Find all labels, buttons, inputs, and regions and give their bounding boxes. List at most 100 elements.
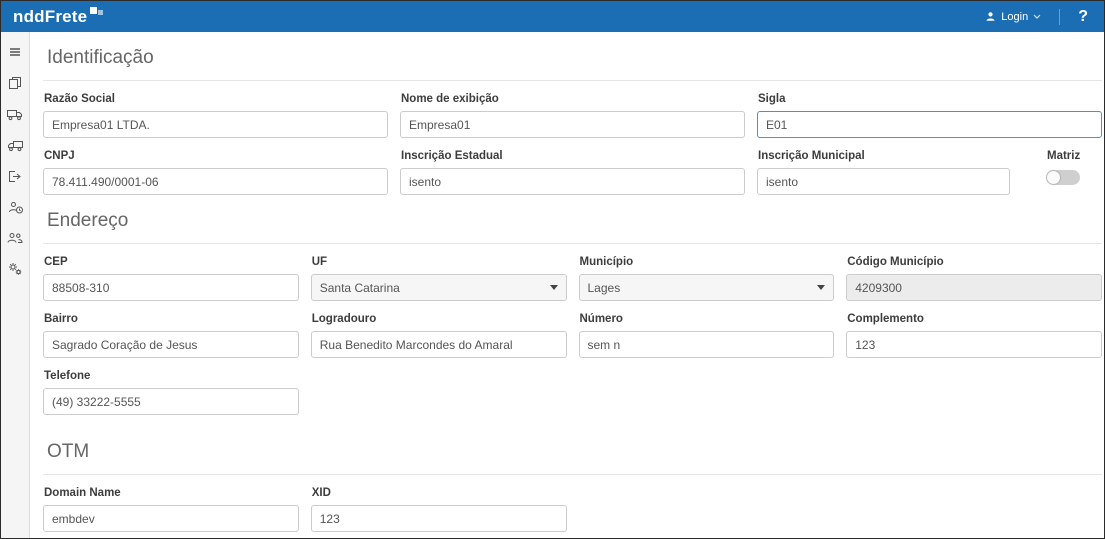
section-title-identificacao: Identificação bbox=[47, 47, 1102, 69]
field-cep: CEP bbox=[43, 256, 299, 301]
endereco-row-1: CEP UF Santa Catarina Município Lages Có… bbox=[43, 256, 1102, 301]
sign-out-icon bbox=[8, 170, 22, 183]
sigla-label: Sigla bbox=[758, 93, 1102, 105]
topbar: nddFrete Login ? bbox=[1, 1, 1104, 32]
uf-select[interactable]: Santa Catarina bbox=[311, 274, 567, 301]
bairro-label: Bairro bbox=[44, 313, 299, 325]
xid-input[interactable] bbox=[311, 505, 567, 532]
section-divider bbox=[43, 80, 1102, 81]
login-button[interactable]: Login bbox=[979, 7, 1047, 27]
login-label: Login bbox=[1001, 11, 1028, 23]
numero-label: Número bbox=[580, 313, 835, 325]
razao-social-label: Razão Social bbox=[44, 93, 388, 105]
telefone-input[interactable] bbox=[43, 388, 299, 415]
app-window: nddFrete Login ? bbox=[0, 0, 1105, 539]
field-cnpj: CNPJ bbox=[43, 150, 388, 195]
copy-icon bbox=[8, 76, 22, 90]
municipio-label: Município bbox=[580, 256, 835, 268]
toggle-knob bbox=[1047, 171, 1060, 184]
brand-mark-icon bbox=[90, 6, 104, 20]
field-inscricao-estadual: Inscrição Estadual bbox=[400, 150, 745, 195]
sidebar-item-signout[interactable] bbox=[4, 166, 26, 186]
cep-label: CEP bbox=[44, 256, 299, 268]
identificacao-row-1: Razão Social Nome de exibição Sigla bbox=[43, 93, 1102, 138]
field-xid: XID bbox=[311, 487, 567, 532]
sidebar-item-users[interactable] bbox=[4, 228, 26, 248]
field-inscricao-municipal: Inscrição Municipal bbox=[757, 150, 1010, 195]
inscricao-municipal-input[interactable] bbox=[757, 168, 1010, 195]
sidebar-item-documents[interactable] bbox=[4, 73, 26, 93]
chevron-down-icon bbox=[550, 285, 558, 290]
endereco-row-3: Telefone bbox=[43, 370, 1102, 415]
complemento-label: Complemento bbox=[847, 313, 1102, 325]
truck-icon bbox=[7, 108, 23, 121]
inscricao-estadual-label: Inscrição Estadual bbox=[401, 150, 745, 162]
razao-social-input[interactable] bbox=[43, 111, 388, 138]
codigo-municipio-label: Código Município bbox=[847, 256, 1102, 268]
help-button[interactable]: ? bbox=[1072, 8, 1094, 26]
sigla-input[interactable] bbox=[757, 111, 1102, 138]
nome-exibicao-input[interactable] bbox=[400, 111, 745, 138]
cnpj-label: CNPJ bbox=[44, 150, 388, 162]
field-codigo-municipio: Código Município bbox=[846, 256, 1102, 301]
codigo-municipio-input bbox=[846, 274, 1102, 301]
identificacao-row-2: CNPJ Inscrição Estadual Inscrição Munici… bbox=[43, 150, 1102, 195]
section-title-endereco: Endereço bbox=[47, 210, 1102, 232]
sidebar-item-delivery[interactable] bbox=[4, 135, 26, 155]
domain-name-label: Domain Name bbox=[44, 487, 299, 499]
inscricao-municipal-label: Inscrição Municipal bbox=[758, 150, 1010, 162]
numero-input[interactable] bbox=[579, 331, 835, 358]
field-telefone: Telefone bbox=[43, 370, 299, 415]
sidebar bbox=[1, 32, 30, 538]
municipio-selected-value: Lages bbox=[588, 281, 621, 295]
users-icon bbox=[7, 232, 23, 244]
xid-label: XID bbox=[312, 487, 567, 499]
sidebar-item-freight[interactable] bbox=[4, 104, 26, 124]
cnpj-input[interactable] bbox=[43, 168, 388, 195]
matriz-label: Matriz bbox=[1047, 150, 1102, 162]
topbar-separator bbox=[1059, 9, 1060, 25]
user-icon bbox=[985, 11, 996, 22]
field-matriz: Matriz bbox=[1046, 150, 1102, 195]
sidebar-item-user-history[interactable] bbox=[4, 197, 26, 217]
logradouro-label: Logradouro bbox=[312, 313, 567, 325]
sidebar-item-settings[interactable] bbox=[4, 259, 26, 279]
topbar-right: Login ? bbox=[979, 7, 1094, 27]
field-domain-name: Domain Name bbox=[43, 487, 299, 532]
menu-icon bbox=[8, 45, 22, 59]
field-numero: Número bbox=[579, 313, 835, 358]
chevron-down-icon bbox=[1033, 14, 1041, 19]
gears-icon bbox=[8, 262, 23, 276]
domain-name-input[interactable] bbox=[43, 505, 299, 532]
bairro-input[interactable] bbox=[43, 331, 299, 358]
cep-input[interactable] bbox=[43, 274, 299, 301]
nome-exibicao-label: Nome de exibição bbox=[401, 93, 745, 105]
uf-label: UF bbox=[312, 256, 567, 268]
brand-logo[interactable]: nddFrete bbox=[13, 6, 104, 28]
uf-selected-value: Santa Catarina bbox=[320, 281, 400, 295]
field-logradouro: Logradouro bbox=[311, 313, 567, 358]
user-clock-icon bbox=[8, 201, 23, 214]
section-divider bbox=[43, 243, 1102, 244]
municipio-select[interactable]: Lages bbox=[579, 274, 835, 301]
section-title-otm: OTM bbox=[47, 441, 1102, 463]
sidebar-item-menu[interactable] bbox=[4, 42, 26, 62]
field-sigla: Sigla bbox=[757, 93, 1102, 138]
chevron-down-icon bbox=[817, 285, 825, 290]
section-divider bbox=[43, 474, 1102, 475]
field-bairro: Bairro bbox=[43, 313, 299, 358]
inscricao-estadual-input[interactable] bbox=[400, 168, 745, 195]
field-municipio: Município Lages bbox=[579, 256, 835, 301]
field-razao-social: Razão Social bbox=[43, 93, 388, 138]
complemento-input[interactable] bbox=[846, 331, 1102, 358]
field-complemento: Complemento bbox=[846, 313, 1102, 358]
brand-name: nddFrete bbox=[13, 6, 87, 28]
telefone-label: Telefone bbox=[44, 370, 299, 382]
logradouro-input[interactable] bbox=[311, 331, 567, 358]
main-content: Identificação Razão Social Nome de exibi… bbox=[30, 47, 1104, 532]
field-nome-exibicao: Nome de exibição bbox=[400, 93, 745, 138]
inscricao-municipal-matriz-cell: Inscrição Municipal Matriz bbox=[757, 150, 1102, 195]
matriz-toggle[interactable] bbox=[1046, 170, 1080, 185]
field-uf: UF Santa Catarina bbox=[311, 256, 567, 301]
endereco-row-2: Bairro Logradouro Número Complemento bbox=[43, 313, 1102, 358]
